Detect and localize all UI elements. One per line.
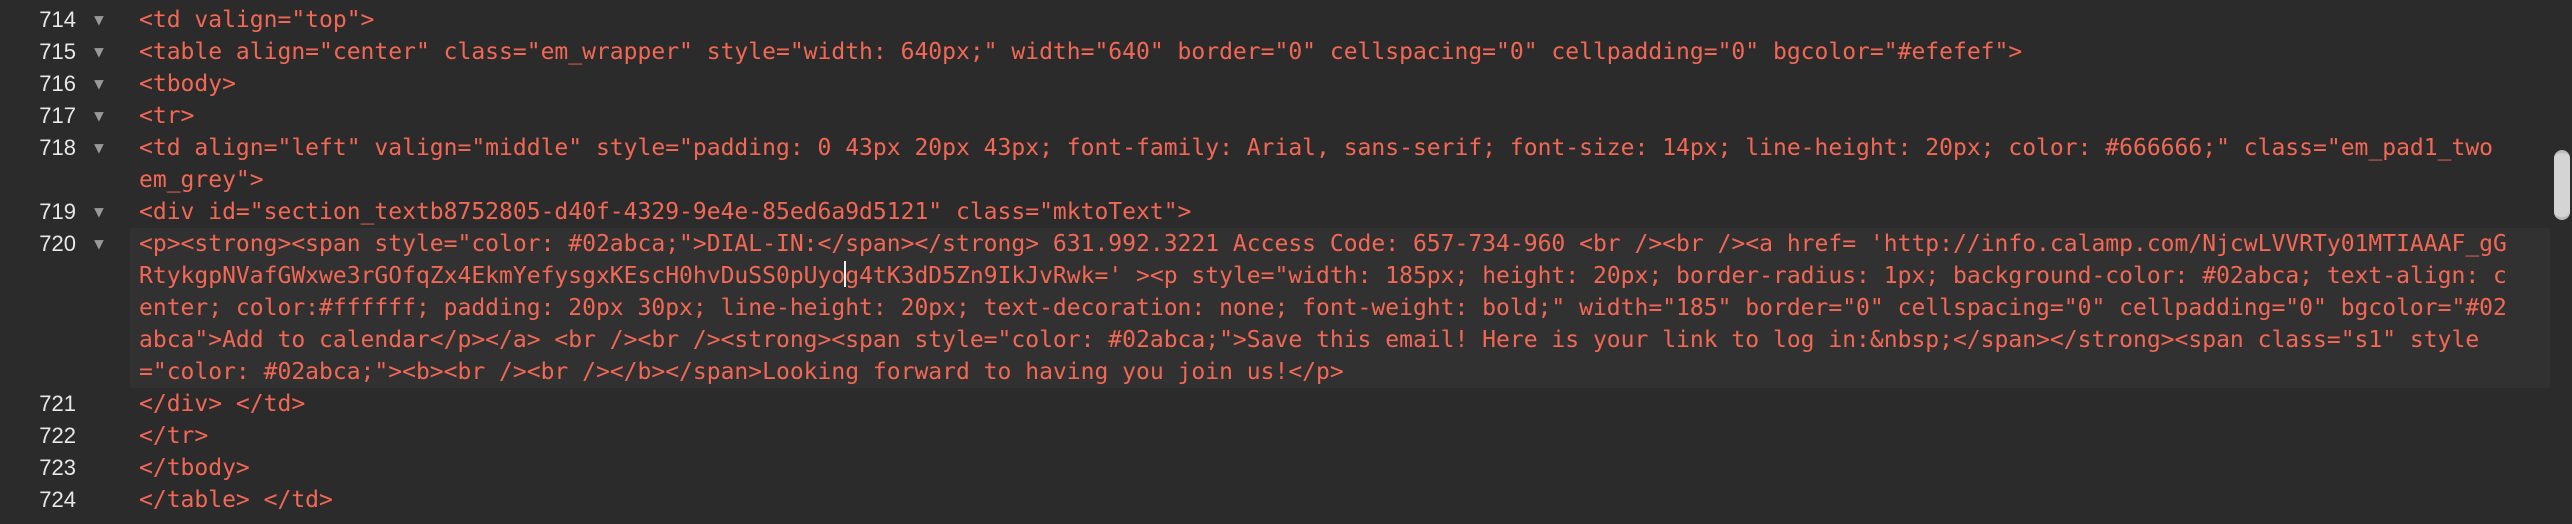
line-number: 715 (39, 39, 76, 64)
code-line[interactable]: 714 ▼ <td valign="top"> (0, 4, 2550, 36)
fold-arrow-icon[interactable]: ▼ (90, 132, 108, 164)
code-text[interactable]: </table> </td> (139, 484, 2514, 516)
code-line[interactable]: 718 ▼ <td align="left" valign="middle" s… (0, 132, 2550, 196)
line-number: 716 (39, 71, 76, 96)
code-text[interactable]: </tbody> (139, 452, 2514, 484)
scrollbar-thumb[interactable] (2554, 150, 2570, 220)
code-text[interactable]: <td valign="top"> (139, 4, 2514, 36)
line-number: 718 (39, 135, 76, 160)
fold-arrow-icon[interactable]: ▼ (90, 196, 108, 228)
line-number: 722 (39, 423, 76, 448)
code-line[interactable]: 719 ▼ <div id="section_textb8752805-d40f… (0, 196, 2550, 228)
code-line[interactable]: 717 ▼ <tr> (0, 100, 2550, 132)
code-line[interactable]: 724 </table> </td> (0, 484, 2550, 516)
line-number: 723 (39, 455, 76, 480)
line-number: 720 (39, 231, 76, 256)
fold-arrow-icon[interactable]: ▼ (90, 228, 108, 260)
code-line-active[interactable]: 720 ▼ <p><strong><span style="color: #02… (0, 228, 2550, 388)
fold-arrow-icon[interactable]: ▼ (90, 36, 108, 68)
line-number: 721 (39, 391, 76, 416)
code-text[interactable]: </tr> (139, 420, 2514, 452)
vertical-scrollbar[interactable] (2550, 0, 2572, 524)
line-number: 717 (39, 103, 76, 128)
code-text[interactable]: <div id="section_textb8752805-d40f-4329-… (139, 196, 2514, 228)
line-number: 714 (39, 7, 76, 32)
fold-arrow-icon[interactable]: ▼ (90, 68, 108, 100)
code-text[interactable]: <table align="center" class="em_wrapper"… (139, 36, 2514, 68)
code-line[interactable]: 722 </tr> (0, 420, 2550, 452)
code-line[interactable]: 715 ▼ <table align="center" class="em_wr… (0, 36, 2550, 68)
code-text[interactable]: <tbody> (139, 68, 2514, 100)
code-text[interactable]: <tr> (139, 100, 2514, 132)
fold-arrow-icon[interactable]: ▼ (90, 100, 108, 132)
code-text[interactable]: <td align="left" valign="middle" style="… (139, 132, 2514, 196)
code-line[interactable]: 721 </div> </td> (0, 388, 2550, 420)
code-editor[interactable]: 714 ▼ <td valign="top"> 715 ▼ <table ali… (0, 0, 2572, 524)
code-line[interactable]: 716 ▼ <tbody> (0, 68, 2550, 100)
fold-arrow-icon[interactable]: ▼ (90, 4, 108, 36)
line-number: 724 (39, 487, 76, 512)
code-text[interactable]: <p><strong><span style="color: #02abca;"… (139, 228, 2514, 388)
line-number: 719 (39, 199, 76, 224)
code-line[interactable]: 723 </tbody> (0, 452, 2550, 484)
code-text[interactable]: </div> </td> (139, 388, 2514, 420)
